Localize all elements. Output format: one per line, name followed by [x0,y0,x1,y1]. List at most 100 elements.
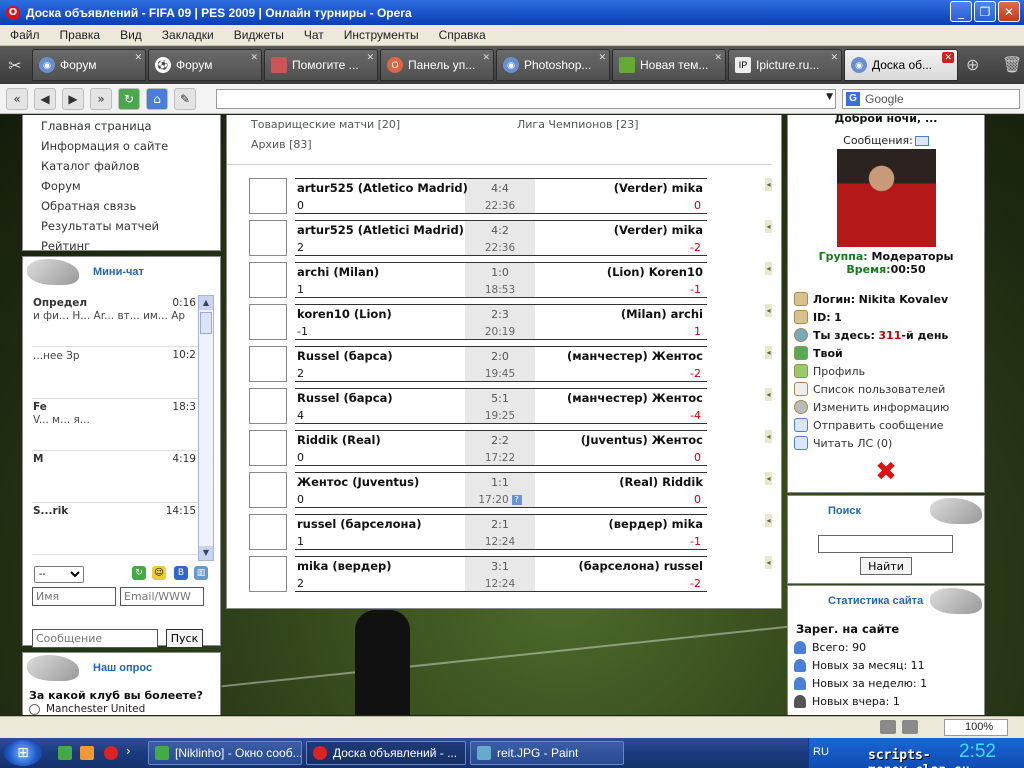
away-player[interactable]: (манчестер) Жентос [567,349,703,363]
menu-item-tools[interactable]: Инструменты [334,28,429,42]
menu-item-edit[interactable]: Правка [50,28,111,42]
home-player[interactable]: koren10 (Lion) [297,307,392,321]
home-player[interactable]: Russel (барса) [297,391,393,405]
nav-link-home[interactable]: Главная страница [41,116,220,136]
menu-item-file[interactable]: Файл [0,28,50,42]
home-player[interactable]: artur525 (Atletici Madrid) [297,223,464,237]
home-player[interactable]: Жентос (Juventus) [297,475,419,489]
details-arrow-icon[interactable]: ◂ [765,472,772,485]
match-details[interactable]: Riddik (Real) 0 2:2 17:22 (Juventus) Жентос 0 [295,430,707,466]
away-player[interactable]: (Verder) mika [614,181,703,195]
tab-photoshop[interactable]: ◉ Photoshop... ✕ [496,49,610,81]
menu-item-bookmarks[interactable]: Закладки [152,28,224,42]
home-player[interactable]: Riddik (Real) [297,433,381,447]
away-player[interactable]: (барселона) russel [579,559,703,573]
details-arrow-icon[interactable]: ◂ [765,220,772,233]
away-player[interactable]: (Milan) archi [621,307,703,321]
chat-author[interactable]: Fe [33,401,47,413]
smiley-icon[interactable]: ☺ [152,566,166,580]
address-dropdown-icon[interactable]: ▼ [826,92,833,102]
quicklaunch-more-icon[interactable]: › [126,744,140,758]
tab-forum-1[interactable]: ◉ Форум ✕ [32,49,146,81]
home-player[interactable]: artur525 (Atletico Madrid) [297,181,468,195]
close-tab-icon[interactable]: ✕ [714,52,722,63]
new-tab-icon[interactable]: ⊕ [966,55,979,74]
logout-icon[interactable]: ✖ [788,458,984,486]
details-arrow-icon[interactable]: ◂ [765,346,772,359]
address-bar[interactable]: ▼ [216,89,836,109]
chat-author[interactable]: Определ [33,297,87,309]
tab-new-topic[interactable]: Новая тем... ✕ [612,49,726,81]
chat-name-field[interactable] [32,587,116,606]
camera-icon[interactable] [902,720,918,734]
tools-icon[interactable]: ✂ [4,54,26,76]
home-player[interactable]: archi (Milan) [297,265,379,279]
close-tab-icon[interactable]: ✕ [830,52,838,63]
maximize-button[interactable]: ❐ [974,1,996,22]
menu-item-widgets[interactable]: Виджеты [224,28,294,42]
away-player[interactable]: (Verder) mika [614,223,703,237]
details-arrow-icon[interactable]: ◂ [765,514,772,527]
scroll-thumb[interactable] [200,312,212,334]
nav-link-results[interactable]: Результаты матчей [41,216,220,236]
send-message-link[interactable]: Отправить сообщение [794,416,984,434]
opera-quicklaunch-icon[interactable] [104,746,118,760]
bbcode-bold-icon[interactable]: B [174,566,188,580]
reload-icon[interactable]: ↻ [118,87,140,110]
search-field[interactable]: G Google [842,89,1020,109]
tab-help[interactable]: Помогите ... ✕ [264,49,378,81]
menu-item-help[interactable]: Справка [429,28,496,42]
taskbar-item-icq[interactable]: [Niklinho] - Окно сооб... [148,741,302,765]
match-details[interactable]: archi (Milan) 1 1:0 18:53 (Lion) Koren10 -1 [295,262,707,298]
scroll-up-icon[interactable]: ▲ [199,296,213,310]
tab-ipicture[interactable]: IP Ipicture.ru... ✕ [728,49,842,81]
chat-email-field[interactable] [120,587,204,606]
read-pm-link[interactable]: Читать ЛС (0) [794,434,984,452]
away-player[interactable]: (вердер) mika [609,517,703,531]
away-player[interactable]: (Juventus) Жентос [581,433,703,447]
quicklaunch-icon[interactable] [80,746,94,760]
category-friendly[interactable]: Товарищеские матчи [20] [251,118,400,131]
chat-send-button[interactable]: Пуск [166,629,203,648]
match-details[interactable]: artur525 (Atletico Madrid) 0 4:4 22:36 (Verd… [295,178,707,214]
taskbar-item-paint[interactable]: reit.JPG - Paint [470,741,624,765]
envelope-icon[interactable] [914,136,929,146]
messages-link[interactable]: Сообщения: [788,134,984,147]
close-tab-icon[interactable]: ✕ [942,52,954,63]
close-window-button[interactable]: ✕ [998,1,1020,22]
details-arrow-icon[interactable]: ◂ [765,262,772,275]
refresh-chat-icon[interactable]: ↻ [132,566,146,580]
nav-link-files[interactable]: Каталог файлов [41,156,220,176]
tab-board[interactable]: ◉ Доска об... ✕ [844,49,958,81]
help-icon[interactable]: ? [511,495,522,505]
details-arrow-icon[interactable]: ◂ [765,388,772,401]
category-archive[interactable]: Архив [83] [251,138,312,151]
away-player[interactable]: (Lion) Koren10 [607,265,703,279]
rewind-icon[interactable]: « [6,87,28,110]
details-arrow-icon[interactable]: ◂ [765,178,772,191]
language-indicator[interactable]: RU [813,746,829,758]
site-search-input[interactable] [818,535,953,553]
radio-button[interactable] [29,703,40,715]
details-arrow-icon[interactable]: ◂ [765,430,772,443]
users-list-link[interactable]: Список пользователей [794,380,984,398]
away-player[interactable]: (манчестер) Жентос [567,391,703,405]
match-details[interactable]: mika (вердер) 2 3:1 12:24 (барселона) russel… [295,556,707,592]
match-details[interactable]: Russel (барса) 2 2:0 19:45 (манчестер) Женто… [295,346,707,382]
match-details[interactable]: koren10 (Lion) -1 2:3 20:19 (Milan) archi 1 [295,304,707,340]
close-tab-icon[interactable]: ✕ [250,52,258,63]
category-champions-league[interactable]: Лига Чемпионов [23] [517,118,639,131]
fast-forward-icon[interactable]: » [90,87,112,110]
match-details[interactable]: Жентос (Juventus) 0 1:1 17:20? (Real) Riddik… [295,472,707,508]
back-icon[interactable]: ◀ [34,87,56,110]
home-player[interactable]: Russel (барса) [297,349,393,363]
edit-info-link[interactable]: Изменить информацию [794,398,984,416]
close-tab-icon[interactable]: ✕ [366,52,374,63]
nav-link-info[interactable]: Информация о сайте [41,136,220,156]
minimize-button[interactable]: _ [950,1,972,22]
chat-author[interactable]: M [33,453,43,465]
away-player[interactable]: (Real) Riddik [619,475,703,489]
tab-forum-2[interactable]: ⚽ Форум ✕ [148,49,262,81]
zoom-control[interactable]: 100% [944,719,1008,736]
close-tab-icon[interactable]: ✕ [482,52,490,63]
